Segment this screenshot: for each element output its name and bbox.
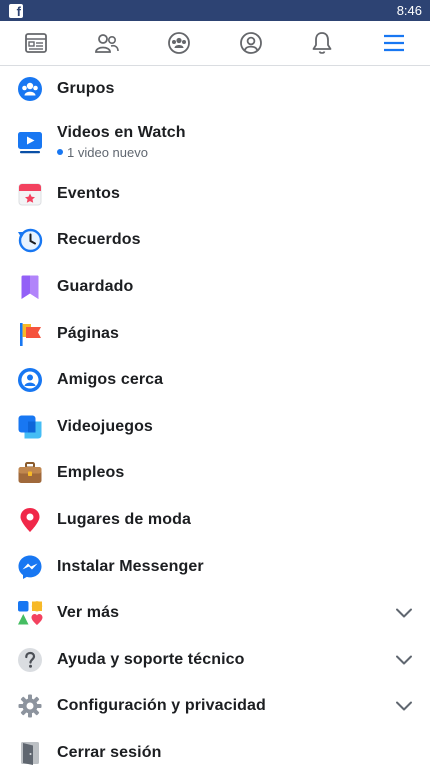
menu-item-label: Grupos xyxy=(57,80,115,98)
chevron-down-icon[interactable] xyxy=(394,603,414,623)
menu-item-label: Ayuda y soporte técnico xyxy=(57,650,245,668)
menu-item-label: Instalar Messenger xyxy=(57,557,204,575)
menu-item-label: Amigos cerca xyxy=(57,371,164,389)
see-more-icon xyxy=(17,600,43,626)
menu-item-configuracion[interactable]: Configuración y privacidad xyxy=(0,683,430,730)
menu-item-ver-mas[interactable]: Ver más xyxy=(0,590,430,637)
top-nav-bar xyxy=(0,21,430,66)
menu-item-paginas[interactable]: Páginas xyxy=(0,310,430,357)
news-feed-icon xyxy=(24,33,47,53)
logout-icon xyxy=(17,740,43,766)
menu-item-recuerdos[interactable]: Recuerdos xyxy=(0,217,430,264)
events-icon xyxy=(17,181,43,207)
new-dot-icon xyxy=(57,149,63,156)
bell-icon xyxy=(313,32,332,54)
tab-friends[interactable] xyxy=(87,23,127,63)
tab-profile[interactable] xyxy=(231,23,271,63)
menu-item-label: Empleos xyxy=(57,464,125,482)
messenger-icon xyxy=(17,554,43,580)
friends-icon xyxy=(95,34,120,53)
menu-item-label: Recuerdos xyxy=(57,231,141,249)
new-video-notice: 1 video nuevo xyxy=(57,145,414,160)
facebook-notification-icon: f xyxy=(9,3,23,19)
menu-item-label: Guardado xyxy=(57,278,134,296)
menu-item-videos-watch[interactable]: Videos en Watch 1 video nuevo xyxy=(0,113,430,171)
menu-item-label: Lugares de moda xyxy=(57,511,191,529)
hamburger-menu-icon xyxy=(384,34,405,52)
main-menu-list: Grupos Videos en Watch 1 video nuevo Eve… xyxy=(0,66,430,776)
new-video-count: 1 video nuevo xyxy=(67,144,148,160)
tab-news-feed[interactable] xyxy=(16,23,56,63)
menu-item-grupos[interactable]: Grupos xyxy=(0,66,430,113)
menu-item-cerrar-sesion[interactable]: Cerrar sesión xyxy=(0,730,430,776)
places-icon xyxy=(17,507,43,533)
nearby-friends-icon xyxy=(17,367,43,393)
chevron-down-icon[interactable] xyxy=(394,650,414,670)
chevron-down-icon[interactable] xyxy=(394,696,414,716)
groups-icon xyxy=(17,76,43,102)
tab-notifications[interactable] xyxy=(302,23,342,63)
profile-icon xyxy=(239,32,262,54)
menu-item-label: Videos en Watch xyxy=(57,123,186,141)
help-icon xyxy=(17,647,43,673)
menu-item-label: Configuración y privacidad xyxy=(57,697,266,715)
menu-item-label: Páginas xyxy=(57,324,120,342)
status-bar: f 8:46 xyxy=(0,0,430,21)
menu-item-label: Cerrar sesión xyxy=(57,744,162,762)
tab-groups[interactable] xyxy=(159,23,199,63)
pages-icon xyxy=(17,321,43,347)
watch-icon xyxy=(17,129,43,155)
groups-nav-icon xyxy=(168,32,191,54)
saved-icon xyxy=(17,274,43,300)
status-time: 8:46 xyxy=(396,3,422,18)
menu-item-label: Videojuegos xyxy=(57,417,153,435)
menu-item-videojuegos[interactable]: Videojuegos xyxy=(0,404,430,451)
memories-icon xyxy=(17,227,43,253)
menu-item-instalar-messenger[interactable]: Instalar Messenger xyxy=(0,543,430,590)
menu-item-guardado[interactable]: Guardado xyxy=(0,264,430,311)
menu-item-label: Eventos xyxy=(57,184,120,202)
menu-item-ayuda[interactable]: Ayuda y soporte técnico xyxy=(0,637,430,684)
menu-item-eventos[interactable]: Eventos xyxy=(0,171,430,218)
jobs-icon xyxy=(17,460,43,486)
menu-item-empleos[interactable]: Empleos xyxy=(0,450,430,497)
menu-item-amigos-cerca[interactable]: Amigos cerca xyxy=(0,357,430,404)
menu-item-label: Ver más xyxy=(57,604,120,622)
menu-item-lugares-moda[interactable]: Lugares de moda xyxy=(0,497,430,544)
tab-menu[interactable] xyxy=(374,23,414,63)
settings-icon xyxy=(17,693,43,719)
gaming-icon xyxy=(17,414,43,440)
